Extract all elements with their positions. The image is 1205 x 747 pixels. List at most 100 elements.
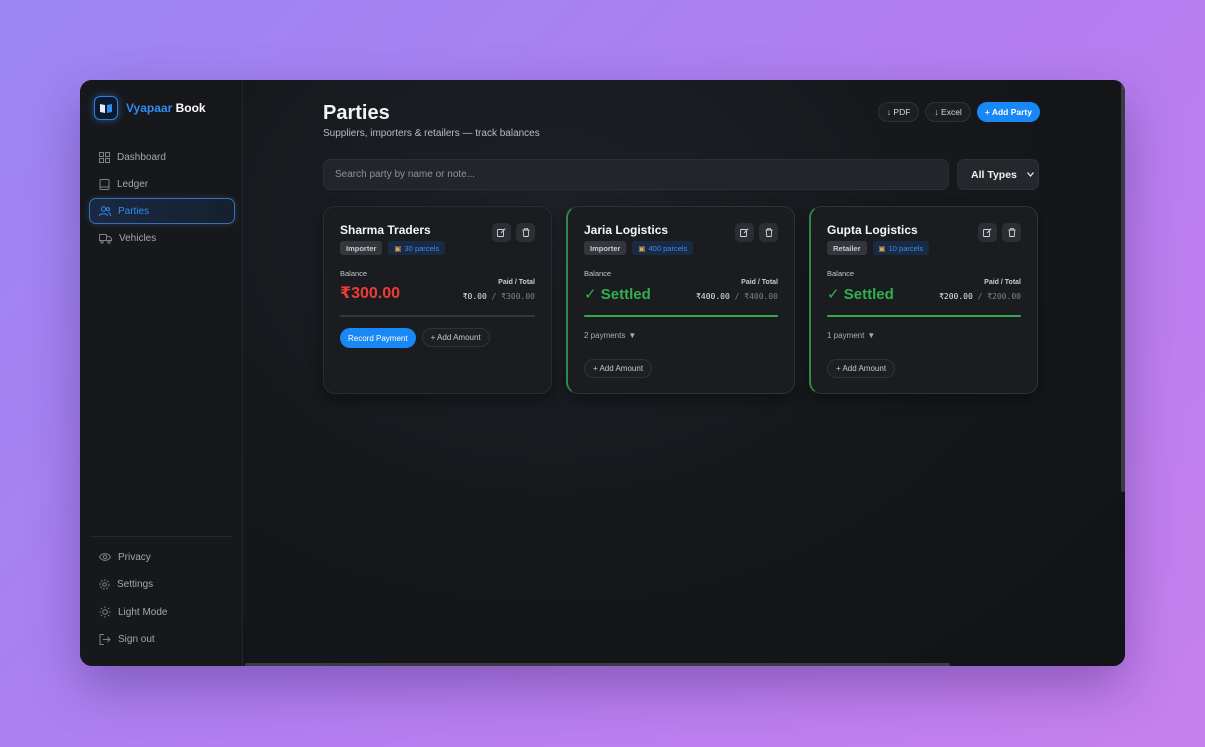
caret-down-icon: ▼ xyxy=(628,331,637,340)
sidebar-item-vehicles[interactable]: Vehicles xyxy=(89,225,235,251)
export-excel-button[interactable]: ↓ Excel xyxy=(925,102,971,122)
book-icon xyxy=(99,178,110,190)
package-icon: ▣ xyxy=(394,243,402,253)
sidebar-item-label: Settings xyxy=(117,579,154,591)
type-filter-value: All Types xyxy=(971,168,1017,181)
package-icon: ▣ xyxy=(638,243,646,253)
sidebar-item-privacy[interactable]: Privacy xyxy=(89,544,235,571)
paid-total-value: ₹0.00 / ₹300.00 xyxy=(462,292,535,301)
trash-icon xyxy=(765,228,772,237)
sidebar-item-label: Privacy xyxy=(118,551,151,563)
edit-party-button[interactable] xyxy=(978,223,997,242)
party-badges: Retailer ▣ 10 parcels xyxy=(827,241,930,255)
search-input[interactable]: Search party by name or note... xyxy=(323,159,949,190)
party-type-badge: Importer xyxy=(340,241,383,255)
brand[interactable]: Vyapaar Book xyxy=(94,96,206,120)
sidebar-item-ledger[interactable]: Ledger xyxy=(89,171,235,197)
sidebar-item-label: Vehicles xyxy=(119,232,157,244)
sidebar-item-label: Dashboard xyxy=(117,151,166,163)
add-amount-button[interactable]: + Add Amount xyxy=(421,328,490,347)
payment-progress xyxy=(340,315,535,317)
edit-icon xyxy=(983,228,992,237)
party-type-badge: Importer xyxy=(584,241,627,255)
balance-value: ₹300.00 xyxy=(340,285,401,302)
sidebar-item-sign-out[interactable]: Sign out xyxy=(89,627,235,654)
payment-progress xyxy=(584,315,778,317)
sidebar-item-settings[interactable]: Settings xyxy=(89,572,235,599)
party-type-badge: Retailer xyxy=(827,241,867,255)
grid-icon xyxy=(99,151,110,163)
add-amount-button[interactable]: + Add Amount xyxy=(827,359,896,378)
add-amount-button[interactable]: + Add Amount xyxy=(584,359,653,378)
sidebar-item-label: Parties xyxy=(118,205,150,217)
delete-party-button[interactable] xyxy=(516,223,535,242)
party-badges: Importer ▣ 400 parcels xyxy=(584,241,694,255)
sidebar-bottom-nav: Privacy Settings Light Mode Sign out xyxy=(89,544,235,654)
edit-party-button[interactable] xyxy=(735,223,754,242)
package-icon: ▣ xyxy=(878,243,886,253)
settled-status: ✓ Settled xyxy=(827,286,894,303)
horizontal-scrollbar[interactable] xyxy=(245,663,950,666)
party-card: Sharma Traders Importer ▣ 30 parcels Bala… xyxy=(323,206,552,394)
edit-party-button[interactable] xyxy=(492,223,511,242)
payments-toggle[interactable]: 2 payments ▼ xyxy=(584,331,636,340)
payment-progress xyxy=(827,315,1021,317)
balance-label: Balance xyxy=(827,269,855,278)
sidebar-item-label: Light Mode xyxy=(118,606,168,618)
caret-down-icon: ▼ xyxy=(867,331,876,340)
paid-total-value: ₹200.00 / ₹200.00 xyxy=(939,292,1021,301)
card-actions: + Add Amount xyxy=(584,359,653,378)
page-subtitle: Suppliers, importers & retailers — track… xyxy=(323,128,540,139)
payments-toggle[interactable]: 1 payment ▼ xyxy=(827,331,875,340)
eye-icon xyxy=(99,553,111,562)
app-window: Vyapaar Book Dashboard Ledger Parties Ve… xyxy=(80,80,1125,666)
record-payment-button[interactable]: Record Payment xyxy=(340,328,416,348)
sidebar-divider xyxy=(90,536,232,537)
paid-total-label: Paid / Total xyxy=(498,279,535,286)
balance-label: Balance xyxy=(340,269,368,278)
sidebar-item-label: Sign out xyxy=(118,634,155,646)
card-actions: Record Payment + Add Amount xyxy=(340,328,490,348)
sidebar-item-label: Ledger xyxy=(117,178,149,190)
brand-name: Vyapaar Book xyxy=(126,101,206,115)
sign-out-icon xyxy=(99,634,111,646)
card-actions: + Add Amount xyxy=(827,359,896,378)
main-content: Parties Suppliers, importers & retailers… xyxy=(243,80,1125,666)
brand-logo-icon xyxy=(94,96,118,120)
export-pdf-button[interactable]: ↓ PDF xyxy=(877,102,920,122)
sidebar-nav: Dashboard Ledger Parties Vehicles xyxy=(89,144,235,252)
settled-status: ✓ Settled xyxy=(584,286,651,303)
delete-party-button[interactable] xyxy=(759,223,778,242)
type-filter-select[interactable]: All Types xyxy=(957,159,1039,190)
party-name: Jaria Logistics xyxy=(584,223,669,237)
users-icon xyxy=(99,205,111,216)
gear-icon xyxy=(99,579,110,590)
sidebar: Vyapaar Book Dashboard Ledger Parties Ve… xyxy=(80,80,243,666)
balance-label: Balance xyxy=(584,269,612,278)
sun-icon xyxy=(99,606,111,618)
edit-icon xyxy=(497,228,506,237)
trash-icon xyxy=(1008,228,1015,237)
vertical-scrollbar[interactable] xyxy=(1121,80,1125,492)
delete-party-button[interactable] xyxy=(1002,223,1021,242)
page-title: Parties xyxy=(323,102,390,124)
add-party-button[interactable]: + Add Party xyxy=(976,102,1040,122)
truck-icon xyxy=(99,233,112,244)
party-card: Jaria Logistics Importer ▣ 400 parcels Ba… xyxy=(566,206,795,394)
search-placeholder: Search party by name or note... xyxy=(335,169,476,180)
chevron-down-icon xyxy=(1026,172,1034,177)
parcels-badge: ▣ 10 parcels xyxy=(872,241,930,255)
party-name: Sharma Traders xyxy=(340,223,431,237)
sidebar-item-parties[interactable]: Parties xyxy=(89,198,235,224)
party-badges: Importer ▣ 30 parcels xyxy=(340,241,446,255)
paid-total-label: Paid / Total xyxy=(741,279,778,286)
parcels-badge: ▣ 30 parcels xyxy=(388,241,446,255)
sidebar-item-dashboard[interactable]: Dashboard xyxy=(89,144,235,170)
parcels-badge: ▣ 400 parcels xyxy=(632,241,694,255)
party-card: Gupta Logistics Retailer ▣ 10 parcels Bal… xyxy=(809,206,1038,394)
paid-total-value: ₹400.00 / ₹400.00 xyxy=(696,292,778,301)
edit-icon xyxy=(740,228,749,237)
sidebar-item-light-mode[interactable]: Light Mode xyxy=(89,599,235,626)
party-name: Gupta Logistics xyxy=(827,223,918,237)
paid-total-label: Paid / Total xyxy=(984,279,1021,286)
